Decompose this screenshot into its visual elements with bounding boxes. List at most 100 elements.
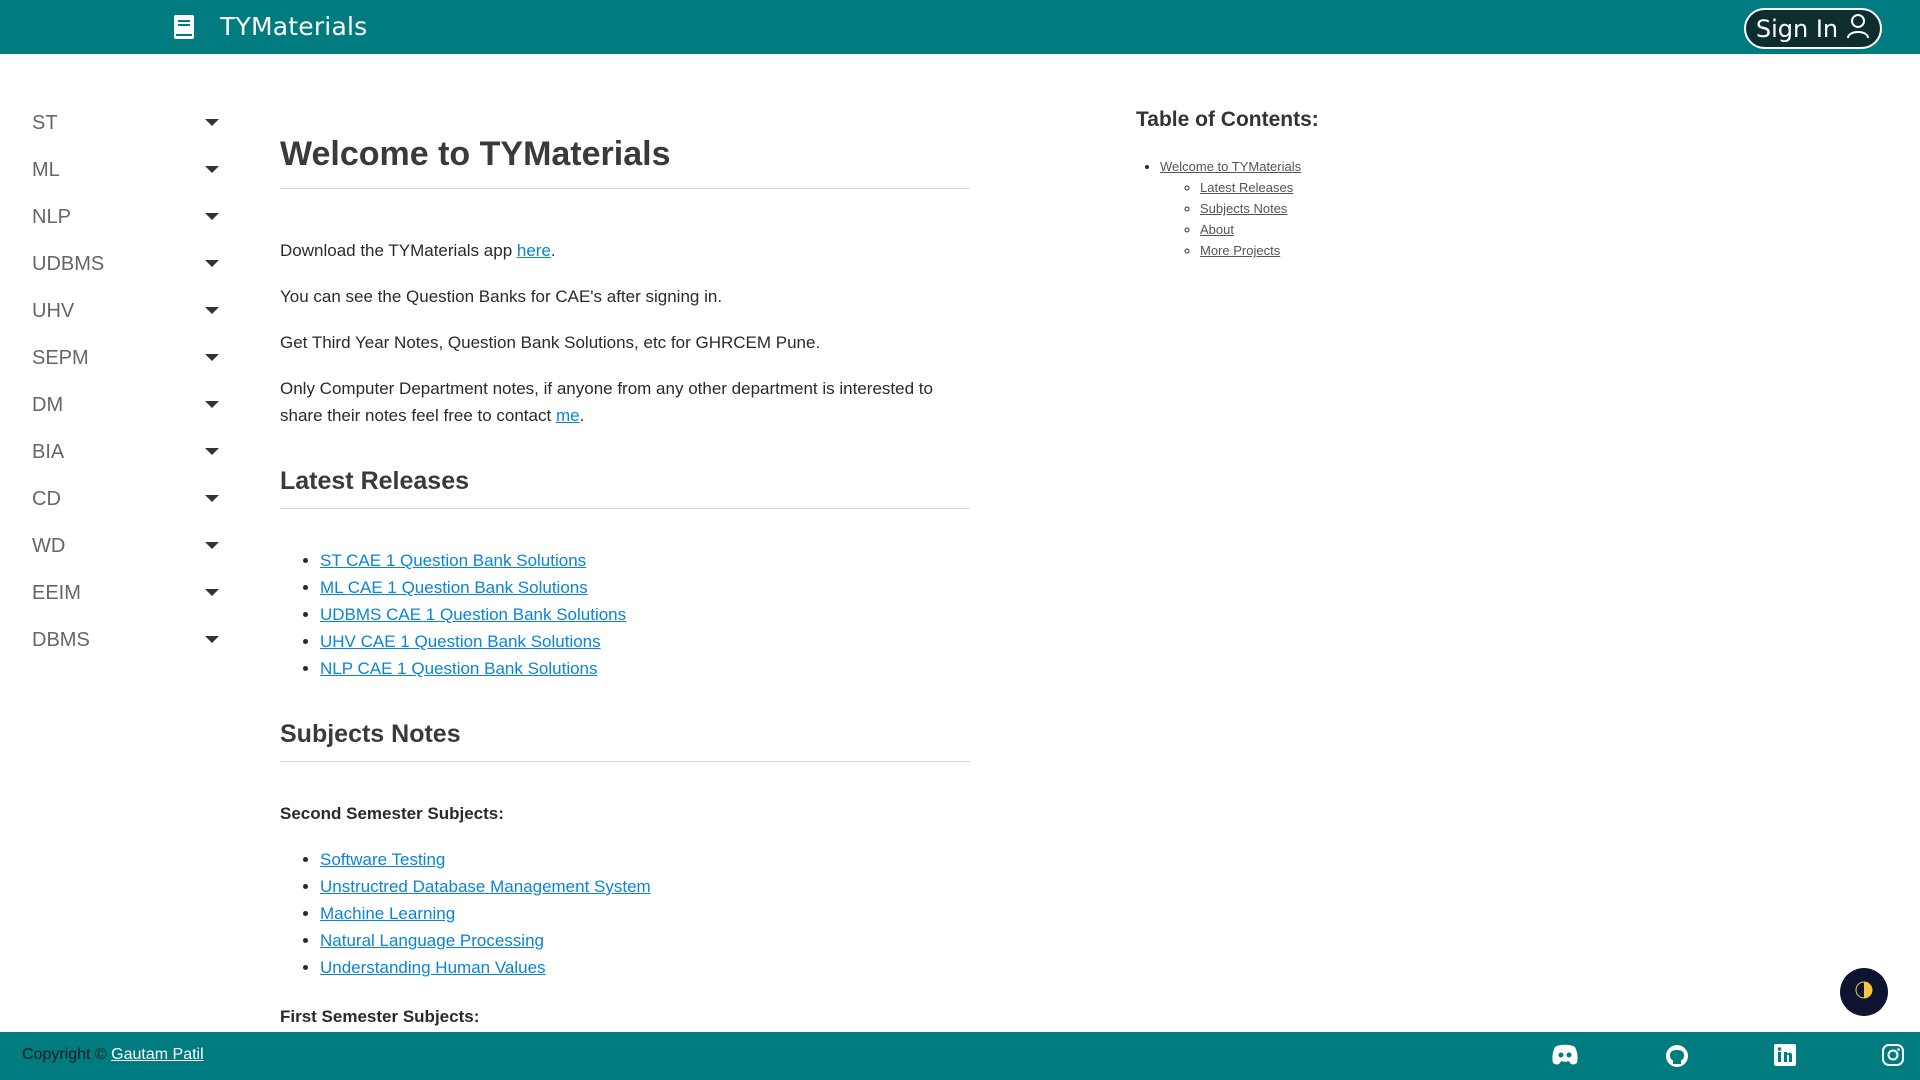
toc-item: More Projects (1200, 240, 1536, 261)
release-link[interactable]: ML CAE 1 Question Bank Solutions (320, 578, 588, 597)
github-icon[interactable] (1665, 1044, 1691, 1068)
text: . (550, 241, 556, 260)
list-item: UDBMS CAE 1 Question Bank Solutions (320, 601, 970, 628)
sidebar-item-label: DM (32, 394, 64, 416)
release-link[interactable]: NLP CAE 1 Question Bank Solutions (320, 659, 598, 678)
list-item: UHV CAE 1 Question Bank Solutions (320, 628, 970, 655)
subject-link[interactable]: Understanding Human Values (320, 958, 546, 977)
latest-releases-list: ST CAE 1 Question Bank Solutions ML CAE … (320, 547, 970, 682)
latest-releases-heading: Latest Releases (280, 467, 970, 509)
toc-link-latest-releases[interactable]: Latest Releases (1200, 180, 1293, 195)
book-icon (172, 14, 196, 40)
toc-item: About (1200, 219, 1536, 240)
toc-link-about[interactable]: About (1200, 222, 1234, 237)
subject-link[interactable]: Machine Learning (320, 904, 455, 923)
release-link[interactable]: UDBMS CAE 1 Question Bank Solutions (320, 605, 626, 624)
author-link[interactable]: Gautam Patil (111, 1046, 203, 1063)
sidebar-menu: ST ML NLP UDBMS UHV SEPM DM BIA CD WD EE… (0, 100, 240, 664)
toc-item: Latest Releases (1200, 177, 1536, 198)
release-link[interactable]: UHV CAE 1 Question Bank Solutions (320, 632, 601, 651)
text: Download the TYMaterials app (280, 241, 517, 260)
list-item: Machine Learning (320, 900, 970, 927)
brand-title: TYMaterials (220, 12, 368, 41)
sign-in-label: Sign In (1755, 14, 1839, 43)
discord-icon[interactable] (1551, 1044, 1578, 1068)
page-title: Welcome to TYMaterials (280, 135, 970, 189)
instagram-icon[interactable] (1882, 1044, 1908, 1068)
list-item: Understanding Human Values (320, 954, 970, 981)
question-bank-paragraph: You can see the Question Banks for CAE's… (280, 287, 723, 306)
sidebar-item-label: WD (32, 535, 66, 557)
toc-list: Welcome to TYMaterials Latest Releases S… (1160, 156, 1536, 261)
sidebar-item-eeim[interactable]: EEIM (0, 570, 240, 617)
list-item: ML CAE 1 Question Bank Solutions (320, 574, 970, 601)
release-link[interactable]: ST CAE 1 Question Bank Solutions (320, 551, 586, 570)
subject-link[interactable]: Unstructred Database Management System (320, 877, 651, 896)
sidebar-item-label: SEPM (32, 347, 89, 369)
user-icon (1846, 13, 1870, 45)
sidebar-item-bia[interactable]: BIA (0, 429, 240, 476)
sidebar-item-wd[interactable]: WD (0, 523, 240, 570)
caret-down-icon[interactable] (205, 260, 219, 267)
caret-down-icon[interactable] (205, 354, 219, 361)
sidebar-item-label: DBMS (32, 629, 90, 651)
theme-toggle-button[interactable] (1840, 968, 1888, 1016)
contact-paragraph: Only Computer Department notes, if anyon… (280, 375, 970, 429)
caret-down-icon[interactable] (205, 119, 219, 126)
list-item: NLP CAE 1 Question Bank Solutions (320, 655, 970, 682)
caret-down-icon[interactable] (205, 636, 219, 643)
table-of-contents: Table of Contents: Welcome to TYMaterial… (1136, 108, 1536, 261)
sidebar-item-label: EEIM (32, 582, 81, 604)
download-paragraph: Download the TYMaterials app here. (280, 237, 970, 264)
copyright-text: Copyright © (22, 1046, 112, 1063)
caret-down-icon[interactable] (205, 166, 219, 173)
text: . (579, 406, 585, 425)
brand[interactable]: TYMaterials (172, 12, 367, 41)
toc-link-welcome[interactable]: Welcome to TYMaterials (1160, 159, 1301, 174)
first-semester-label: First Semester Subjects: (280, 1007, 480, 1026)
toc-link-more-projects[interactable]: More Projects (1200, 243, 1280, 258)
list-item: Natural Language Processing (320, 927, 970, 954)
sidebar-item-label: UDBMS (32, 253, 105, 275)
half-moon-icon (1855, 981, 1873, 1004)
toc-item: Welcome to TYMaterials Latest Releases S… (1160, 156, 1536, 261)
list-item: ST CAE 1 Question Bank Solutions (320, 547, 970, 574)
caret-down-icon[interactable] (205, 307, 219, 314)
sidebar-item-nlp[interactable]: NLP (0, 194, 240, 241)
caret-down-icon[interactable] (205, 448, 219, 455)
linkedin-icon[interactable] (1774, 1044, 1800, 1068)
subject-link[interactable]: Software Testing (320, 850, 445, 869)
subject-link[interactable]: Natural Language Processing (320, 931, 544, 950)
second-semester-label: Second Semester Subjects: (280, 804, 504, 823)
list-item: Unstructred Database Management System (320, 873, 970, 900)
sign-in-button[interactable]: Sign In (1744, 8, 1882, 49)
sidebar-item-label: ST (32, 112, 58, 134)
caret-down-icon[interactable] (205, 401, 219, 408)
copyright: Copyright © Gautam Patil (22, 1046, 204, 1064)
caret-down-icon[interactable] (205, 213, 219, 220)
top-navbar: TYMaterials Sign In (0, 0, 1920, 54)
notes-paragraph: Get Third Year Notes, Question Bank Solu… (280, 333, 821, 352)
sidebar-item-udbms[interactable]: UDBMS (0, 241, 240, 288)
toc-link-subjects-notes[interactable]: Subjects Notes (1200, 201, 1287, 216)
main-content: Welcome to TYMaterials Download the TYMa… (280, 135, 970, 1049)
text: Only Computer Department notes, if anyon… (280, 379, 933, 425)
sidebar-item-label: BIA (32, 441, 65, 463)
caret-down-icon[interactable] (205, 495, 219, 502)
sidebar-item-st[interactable]: ST (0, 100, 240, 147)
sidebar-item-dbms[interactable]: DBMS (0, 617, 240, 664)
second-semester-list: Software Testing Unstructred Database Ma… (320, 846, 970, 981)
toc-title: Table of Contents: (1136, 108, 1319, 131)
sidebar-item-uhv[interactable]: UHV (0, 288, 240, 335)
sidebar-item-ml[interactable]: ML (0, 147, 240, 194)
caret-down-icon[interactable] (205, 542, 219, 549)
sidebar-item-cd[interactable]: CD (0, 476, 240, 523)
sidebar-item-sepm[interactable]: SEPM (0, 335, 240, 382)
caret-down-icon[interactable] (205, 589, 219, 596)
sidebar-item-dm[interactable]: DM (0, 382, 240, 429)
contact-link[interactable]: me (556, 406, 580, 425)
sidebar-item-label: UHV (32, 300, 75, 322)
app-download-link[interactable]: here (517, 241, 551, 260)
footer: Copyright © Gautam Patil (0, 1032, 1920, 1080)
toc-sublist: Latest Releases Subjects Notes About Mor… (1200, 177, 1536, 261)
